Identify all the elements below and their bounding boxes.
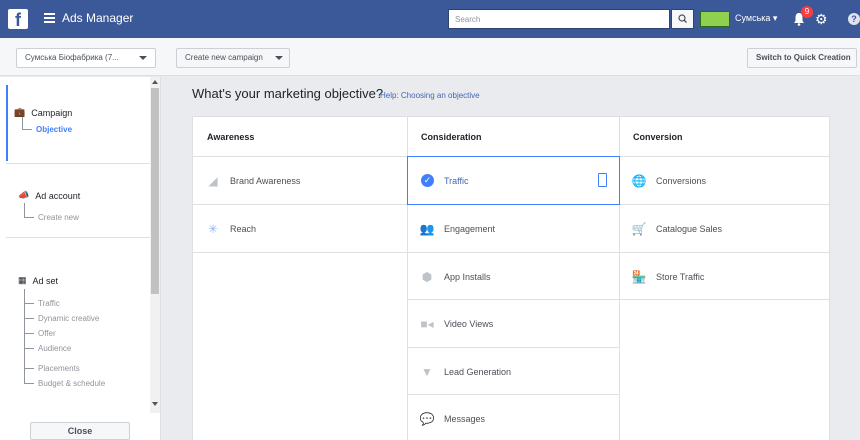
ad-account-select-label: Сумська Біофабрика (7...	[25, 53, 119, 62]
objective-label: Reach	[230, 223, 257, 234]
scroll-down-icon[interactable]	[152, 402, 158, 406]
toolbar: Сумська Біофабрика (7... Create new camp…	[0, 38, 860, 76]
sidebar-campaign-label: Campaign	[31, 107, 73, 118]
quick-creation-button[interactable]: Switch to Quick Creation	[747, 48, 857, 68]
sidebar-item-budget-schedule[interactable]: Budget & schedule	[38, 379, 105, 388]
account-avatar[interactable]	[700, 11, 730, 27]
objective-label: Video Views	[444, 318, 494, 329]
grid-icon: ▦	[18, 275, 27, 285]
help-link[interactable]: Help: Choosing an objective	[380, 91, 480, 100]
facebook-logo[interactable]: f	[8, 9, 28, 30]
objective-messages[interactable]: 💬 Messages	[407, 395, 619, 440]
app-title[interactable]: Ads Manager	[62, 11, 133, 25]
sidebar-item-objective[interactable]: Objective	[36, 125, 72, 134]
sidebar-item-offer[interactable]: Offer	[38, 329, 56, 338]
gear-icon[interactable]: ⚙	[815, 12, 828, 26]
search-input[interactable]: Search	[448, 9, 670, 29]
objective-label: Catalogue Sales	[656, 223, 723, 234]
megaphone-icon: 📣	[18, 190, 30, 200]
briefcase-icon: 💼	[14, 107, 26, 117]
sidebar-item-placements[interactable]: Placements	[38, 364, 80, 373]
objective-conversions[interactable]: 🌐 Conversions	[619, 157, 831, 204]
objective-reach[interactable]: ✳ Reach	[193, 205, 407, 252]
globe-icon: 🌐	[631, 173, 647, 188]
objective-label: Brand Awareness	[230, 175, 301, 186]
close-button[interactable]: Close	[30, 422, 130, 440]
column-awareness: Awareness	[207, 132, 255, 142]
chat-icon: 💬	[419, 411, 435, 426]
top-bar: f Ads Manager Search Сумська ▾ 9 ⚙ ?	[0, 0, 860, 38]
sidebar-section-campaign[interactable]: 💼 Campaign Objective	[6, 85, 150, 161]
facebook-logo-letter: f	[15, 10, 21, 30]
search-button[interactable]	[671, 9, 694, 29]
mobile-icon	[598, 173, 607, 187]
sidebar-ad-account-label: Ad account	[35, 190, 81, 201]
ad-account-select[interactable]: Сумська Біофабрика (7...	[16, 48, 156, 68]
sidebar-item-dynamic-creative[interactable]: Dynamic creative	[38, 314, 99, 323]
create-campaign-button[interactable]: Create new campaign	[176, 48, 290, 68]
objective-label: Conversions	[656, 175, 707, 186]
sidebar-item-create-new[interactable]: Create new	[38, 213, 79, 222]
notification-badge: 9	[801, 6, 813, 18]
sidebar-scrollbar-thumb[interactable]	[151, 88, 159, 294]
megaphone-icon: ◢	[208, 173, 218, 188]
people-icon: 👥	[419, 221, 435, 236]
objective-catalogue-sales[interactable]: 🛒 Catalogue Sales	[619, 205, 831, 252]
objective-brand-awareness[interactable]: ◢ Brand Awareness	[193, 157, 407, 204]
help-icon[interactable]: ?	[848, 13, 860, 25]
column-conversion: Conversion	[633, 132, 683, 142]
objective-store-traffic[interactable]: 🏪 Store Traffic	[619, 253, 831, 300]
objective-video-views[interactable]: ■◂ Video Views	[407, 300, 619, 347]
account-name: Сумська	[735, 13, 771, 23]
sidebar-item-traffic[interactable]: Traffic	[38, 299, 60, 308]
chevron-down-icon	[275, 56, 283, 60]
column-consideration: Consideration	[421, 132, 482, 142]
objective-traffic[interactable]: ✓ Traffic	[407, 156, 620, 205]
account-menu[interactable]: Сумська ▾	[735, 13, 777, 24]
objective-app-installs[interactable]: ⬢ App Installs	[407, 253, 619, 300]
sidebar-ad-set-label: Ad set	[32, 275, 59, 286]
page-title: What's your marketing objective?	[192, 86, 384, 101]
sidebar-item-ad-set[interactable]: ▦ Ad set	[18, 275, 58, 286]
objective-engagement[interactable]: 👥 Engagement	[407, 205, 619, 252]
sidebar-item-ad-account[interactable]: 📣 Ad account	[18, 190, 80, 201]
objective-label: Lead Generation	[444, 366, 512, 377]
objective-label: Messages	[444, 413, 486, 424]
video-icon: ■◂	[420, 316, 434, 331]
funnel-icon: ▼	[421, 364, 433, 379]
objective-label: App Installs	[444, 271, 491, 282]
objective-lead-generation[interactable]: ▼ Lead Generation	[407, 348, 619, 395]
search-icon	[678, 14, 687, 23]
objective-label: Traffic	[444, 175, 469, 186]
sidebar: 💼 Campaign Objective 📣 Ad account Create n…	[0, 77, 161, 440]
objective-label: Store Traffic	[656, 271, 705, 282]
objective-label: Engagement	[444, 223, 496, 234]
chevron-down-icon	[139, 56, 147, 60]
hamburger-icon[interactable]	[44, 13, 55, 24]
search-placeholder: Search	[455, 15, 481, 24]
scroll-up-icon[interactable]	[152, 80, 158, 84]
sidebar-item-audience[interactable]: Audience	[38, 344, 71, 353]
check-icon: ✓	[421, 174, 434, 187]
store-icon: 🏪	[631, 269, 647, 284]
cart-icon: 🛒	[631, 221, 647, 236]
create-campaign-label: Create new campaign	[185, 53, 263, 62]
box-icon: ⬢	[421, 269, 433, 284]
reach-icon: ✳	[207, 221, 219, 236]
objective-grid: Awareness Consideration Conversion ◢ Bran…	[192, 116, 831, 440]
